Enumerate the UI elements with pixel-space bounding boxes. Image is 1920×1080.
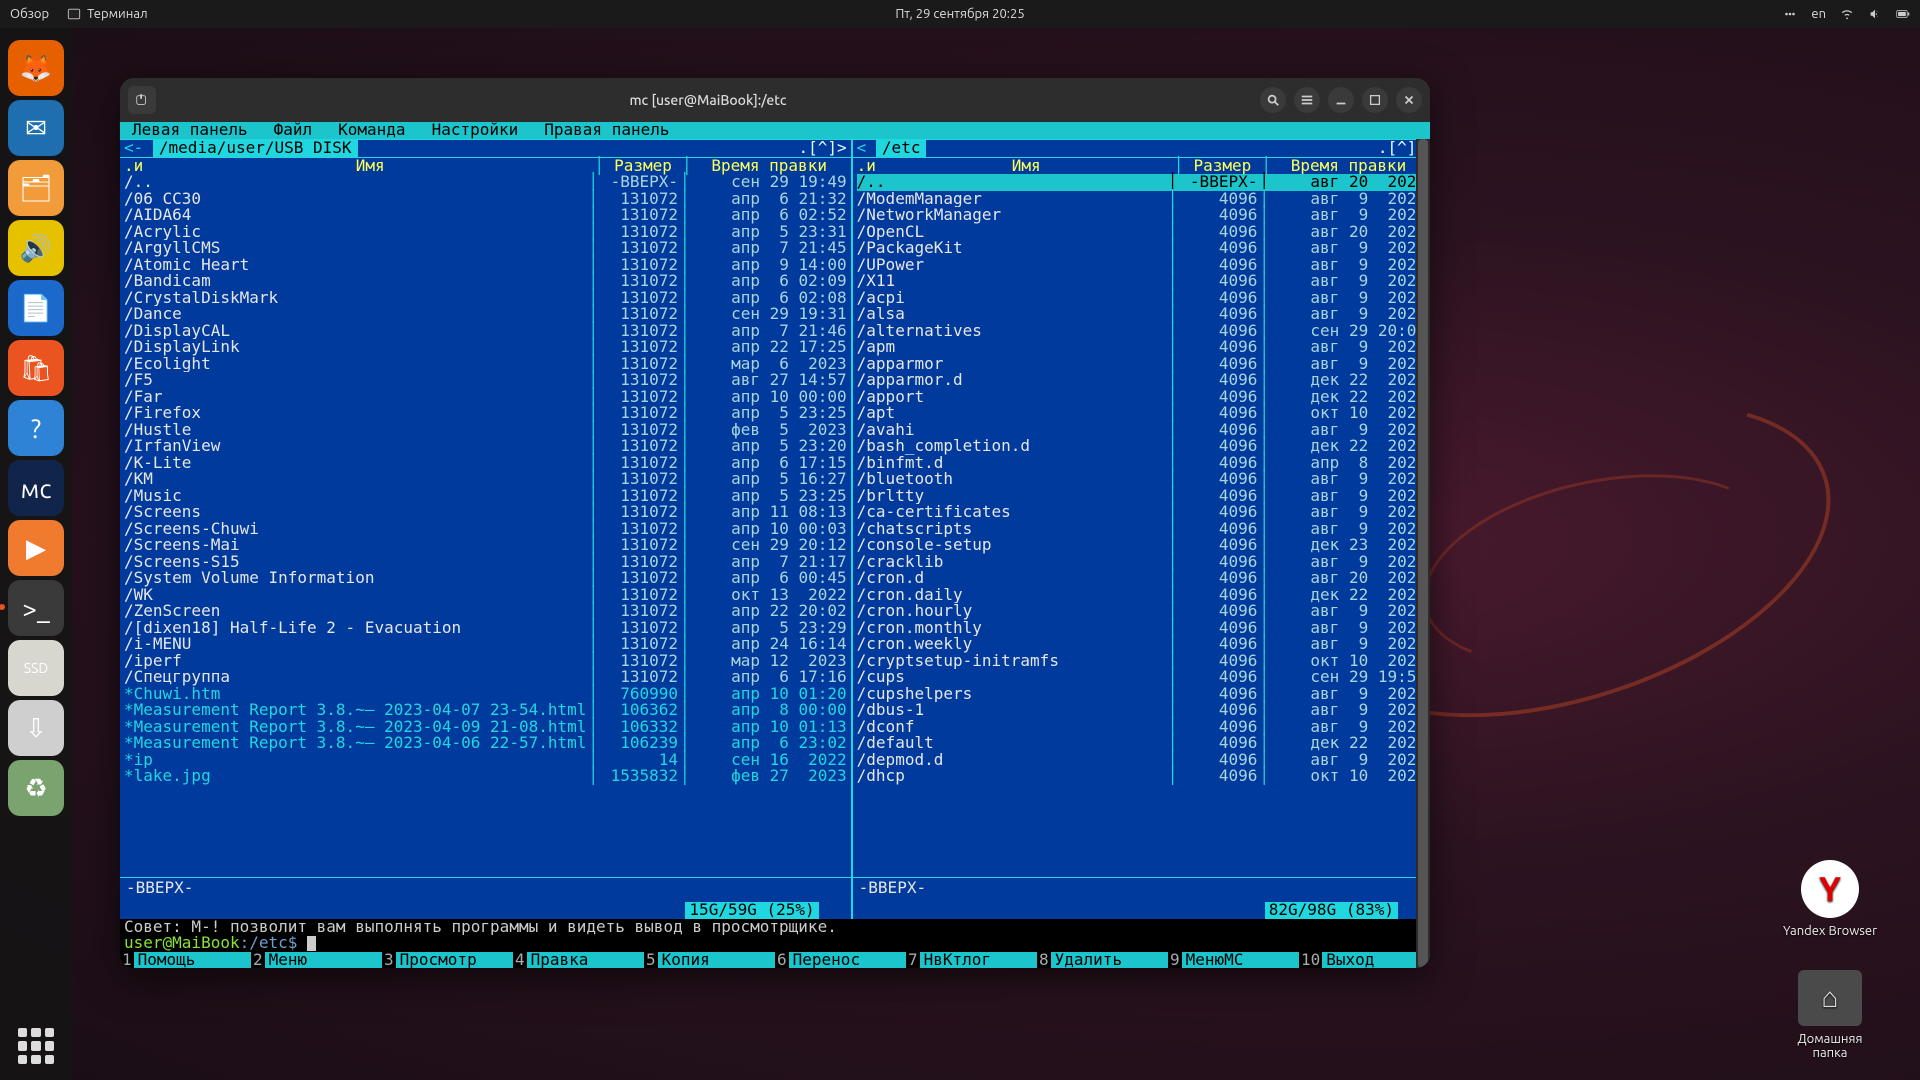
terminal-icon xyxy=(67,7,81,21)
mc-right-panel[interactable]: < /etc .[^]> .и Имя │ Размер │ Время пра… xyxy=(853,139,1430,919)
dock-thunderbird[interactable]: ✉ xyxy=(8,100,64,156)
mc-menu-item[interactable]: Левая панель xyxy=(132,122,248,139)
clock[interactable]: Пт, 29 сентября 20:25 xyxy=(895,7,1024,21)
dock-trash[interactable]: ♻ xyxy=(8,760,64,816)
yandex-icon: Y xyxy=(1819,870,1841,908)
terminal-scrollbar[interactable] xyxy=(1416,139,1430,968)
yandex-browser-launcher[interactable]: Y Yandex Browser xyxy=(1780,860,1880,938)
minimize-icon xyxy=(1334,93,1348,107)
fkey-9[interactable]: 9МенюMC xyxy=(1168,952,1299,969)
mc-right-mini: -ВВЕРХ- 82G/98G (83%) xyxy=(853,877,1430,919)
maximize-icon xyxy=(1368,93,1382,107)
mc-menu-item[interactable]: Файл xyxy=(274,122,313,139)
dock-rhythmbox[interactable]: 🔊 xyxy=(8,220,64,276)
dock-firefox[interactable]: 🦊 xyxy=(8,40,64,96)
app-menu-terminal[interactable]: Терминал xyxy=(67,7,147,21)
mc-function-keys[interactable]: 1Помощь2Меню3Просмотр4Правка5Копия6Перен… xyxy=(120,952,1430,969)
window-title: mc [user@MaiBook]:/etc xyxy=(164,92,1252,108)
dock-vlc[interactable]: ▶ xyxy=(8,520,64,576)
ubuntu-dock: 🦊✉🗂🔊📄🛍?мс▶>_SSD⇩♻ xyxy=(0,28,72,1080)
mc-left-disk-usage: 15G/59G (25%) xyxy=(685,902,818,919)
wifi-icon[interactable] xyxy=(1840,7,1854,21)
mc-left-path[interactable]: <- /media/user/USB DISK .[^]> xyxy=(120,139,851,158)
mc-right-filelist[interactable]: /..│-ВВЕРХ-│авг 20 2022/ModemManager│409… xyxy=(853,174,1430,877)
mc-menubar[interactable]: Левая панель Файл Команда Настройки Правая п… xyxy=(120,122,1430,139)
dock-help[interactable]: ? xyxy=(8,400,64,456)
file-row[interactable]: /dhcp│4096│окт 10 2022 xyxy=(857,768,1426,785)
new-tab-button[interactable] xyxy=(128,86,156,114)
fkey-1[interactable]: 1Помощь xyxy=(120,952,251,969)
fkey-7[interactable]: 7НвКтлог xyxy=(906,952,1037,969)
window-titlebar[interactable]: mc [user@MaiBook]:/etc xyxy=(120,78,1430,122)
volume-icon[interactable] xyxy=(1868,7,1882,21)
mc-hint: Совет: M-! позволит вам выполнять програ… xyxy=(120,919,1430,936)
mc-left-mini: -ВВЕРХ- 15G/59G (25%) xyxy=(120,877,851,919)
mc-right-disk-usage: 82G/98G (83%) xyxy=(1265,902,1398,919)
fkey-2[interactable]: 2Меню xyxy=(251,952,382,969)
mc-interface: Левая панель Файл Команда Настройки Правая п… xyxy=(120,122,1430,968)
fkey-10[interactable]: 10Выход xyxy=(1299,952,1430,969)
fkey-6[interactable]: 6Перенос xyxy=(775,952,906,969)
new-tab-icon xyxy=(135,93,149,107)
home-icon: ⌂ xyxy=(1822,982,1839,1014)
maximize-button[interactable] xyxy=(1362,87,1388,113)
scrollbar-thumb[interactable] xyxy=(1418,139,1428,968)
file-row[interactable]: *lake.jpg│1535832│фев 27 2023 xyxy=(124,768,847,785)
mc-panel-controls[interactable]: .[^]> xyxy=(798,140,846,157)
dock-software[interactable]: 🛍 xyxy=(8,340,64,396)
menu-button[interactable] xyxy=(1294,87,1320,113)
fkey-8[interactable]: 8Удалить xyxy=(1037,952,1168,969)
battery-icon[interactable] xyxy=(1896,7,1910,21)
fkey-4[interactable]: 4Правка xyxy=(513,952,644,969)
activities-button[interactable]: Обзор xyxy=(10,7,49,21)
search-button[interactable] xyxy=(1260,87,1286,113)
cursor-icon xyxy=(307,936,316,951)
close-button[interactable] xyxy=(1396,87,1422,113)
terminal-window: mc [user@MaiBook]:/etc Левая панель Файл К… xyxy=(120,78,1430,968)
mc-menu-item[interactable]: Команда xyxy=(338,122,405,139)
hamburger-icon xyxy=(1300,93,1314,107)
dots-icon[interactable] xyxy=(1783,7,1797,21)
home-folder-launcher[interactable]: ⌂ Домашняя папка xyxy=(1780,970,1880,1060)
mc-menu-item[interactable]: Правая панель xyxy=(544,122,669,139)
keyboard-lang[interactable]: en xyxy=(1811,7,1826,21)
mc-left-panel[interactable]: <- /media/user/USB DISK .[^]> .и Имя │ Р… xyxy=(120,139,853,919)
fkey-5[interactable]: 5Копия xyxy=(644,952,775,969)
mc-menu-item[interactable]: Настройки xyxy=(432,122,519,139)
dock-ssd[interactable]: SSD xyxy=(8,640,64,696)
mc-left-filelist[interactable]: /..│-ВВЕРХ-│сен 29 19:49/06_CC30│131072│… xyxy=(120,174,851,877)
gnome-topbar: Обзор Терминал Пт, 29 сентября 20:25 en xyxy=(0,0,1920,28)
search-icon xyxy=(1266,93,1280,107)
minimize-button[interactable] xyxy=(1328,87,1354,113)
dock-libreoffice-writer[interactable]: 📄 xyxy=(8,280,64,336)
fkey-3[interactable]: 3Просмотр xyxy=(382,952,513,969)
dock-terminal[interactable]: >_ xyxy=(8,580,64,636)
dock-midnight-commander[interactable]: мс xyxy=(8,460,64,516)
close-icon xyxy=(1402,93,1416,107)
show-apps-button[interactable] xyxy=(18,1028,54,1064)
mc-right-path[interactable]: < /etc .[^]> xyxy=(853,139,1430,158)
dock-files[interactable]: 🗂 xyxy=(8,160,64,216)
dock-usb[interactable]: ⇩ xyxy=(8,700,64,756)
